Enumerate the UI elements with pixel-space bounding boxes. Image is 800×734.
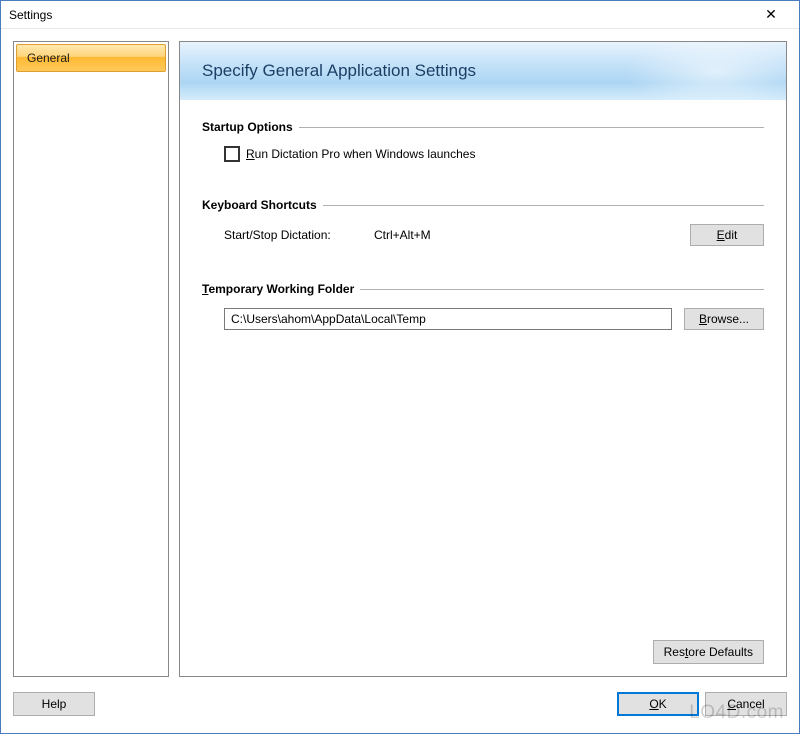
temp-folder-row: Browse... bbox=[224, 308, 764, 330]
content-header: Specify General Application Settings bbox=[180, 42, 786, 100]
ok-button[interactable]: OK bbox=[617, 692, 699, 716]
footer-right: OK Cancel bbox=[169, 692, 787, 716]
shortcut-row: Start/Stop Dictation: Ctrl+Alt+M Edit bbox=[224, 224, 764, 246]
divider bbox=[299, 127, 764, 128]
shortcut-value: Ctrl+Alt+M bbox=[374, 228, 690, 242]
section-temp-folder: Temporary Working Folder Browse... bbox=[202, 282, 764, 330]
divider bbox=[323, 205, 764, 206]
footer-left: Help bbox=[13, 692, 169, 716]
edit-shortcut-button[interactable]: Edit bbox=[690, 224, 764, 246]
section-title-temp-folder: Temporary Working Folder bbox=[202, 282, 354, 296]
shortcut-label: Start/Stop Dictation: bbox=[224, 228, 374, 242]
window-title: Settings bbox=[9, 8, 751, 22]
settings-window: Settings ✕ General Specify General Appli… bbox=[0, 0, 800, 734]
content-pane: Specify General Application Settings Sta… bbox=[179, 41, 787, 677]
section-title-shortcuts: Keyboard Shortcuts bbox=[202, 198, 317, 212]
content-header-title: Specify General Application Settings bbox=[202, 61, 476, 81]
run-on-startup-label: Run Dictation Pro when Windows launches bbox=[246, 147, 475, 161]
main-row: General Specify General Application Sett… bbox=[13, 41, 787, 677]
section-shortcuts: Keyboard Shortcuts Start/Stop Dictation:… bbox=[202, 198, 764, 246]
section-startup: Startup Options Run Dictation Pro when W… bbox=[202, 120, 764, 162]
restore-defaults-button[interactable]: Restore Defaults bbox=[653, 640, 764, 664]
sidebar-item-label: General bbox=[27, 51, 70, 65]
section-title-startup: Startup Options bbox=[202, 120, 293, 134]
section-header: Temporary Working Folder bbox=[202, 282, 764, 296]
footer-row: Help OK Cancel bbox=[13, 677, 787, 721]
content-body: Startup Options Run Dictation Pro when W… bbox=[180, 100, 786, 676]
run-on-startup-checkbox[interactable] bbox=[224, 146, 240, 162]
help-button[interactable]: Help bbox=[13, 692, 95, 716]
titlebar: Settings ✕ bbox=[1, 1, 799, 29]
cancel-button[interactable]: Cancel bbox=[705, 692, 787, 716]
close-icon[interactable]: ✕ bbox=[751, 5, 791, 25]
restore-row: Restore Defaults bbox=[653, 640, 764, 664]
sidebar-item-general[interactable]: General bbox=[16, 44, 166, 72]
browse-button[interactable]: Browse... bbox=[684, 308, 764, 330]
run-on-startup-row[interactable]: Run Dictation Pro when Windows launches bbox=[224, 146, 764, 162]
section-header: Keyboard Shortcuts bbox=[202, 198, 764, 212]
temp-folder-input[interactable] bbox=[224, 308, 672, 330]
sidebar: General bbox=[13, 41, 169, 677]
body-area: General Specify General Application Sett… bbox=[1, 29, 799, 733]
section-header: Startup Options bbox=[202, 120, 764, 134]
divider bbox=[360, 289, 764, 290]
